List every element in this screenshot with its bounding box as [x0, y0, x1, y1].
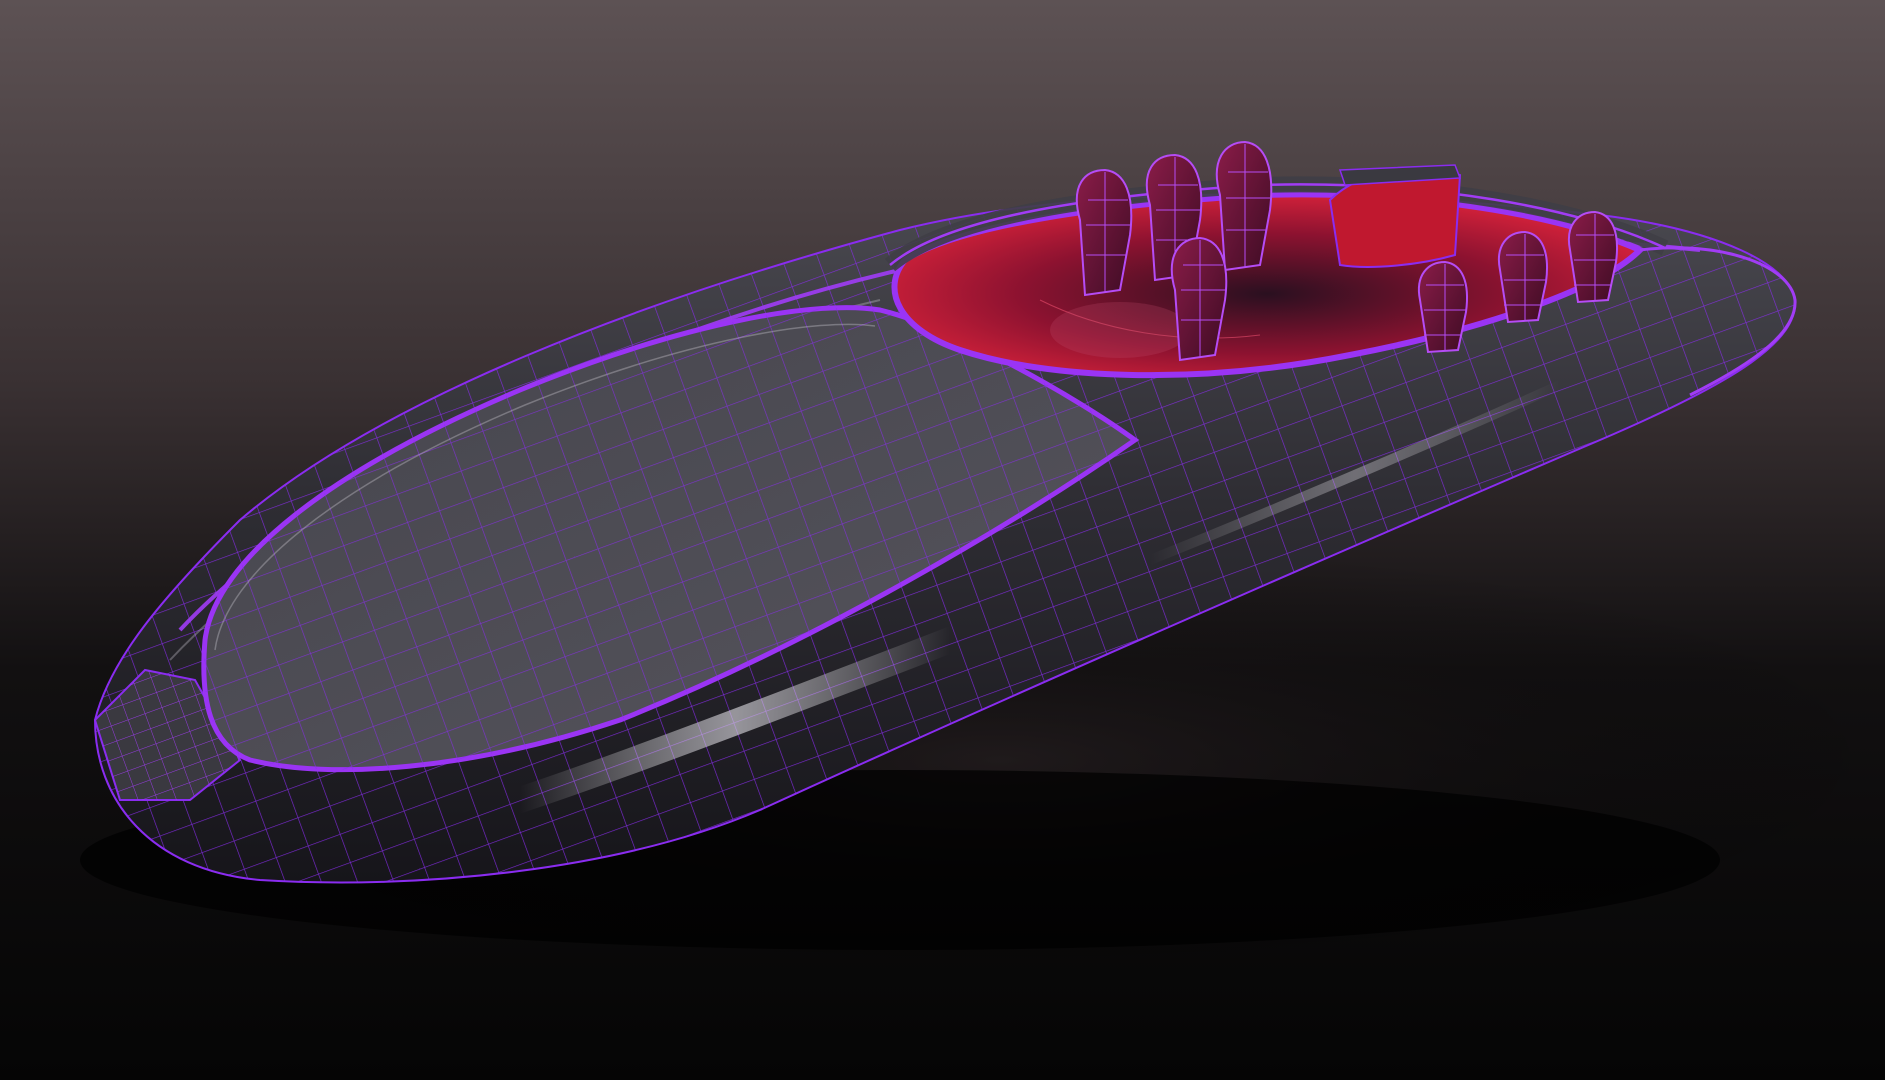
- seat: [1170, 236, 1228, 362]
- seat: [1215, 140, 1273, 272]
- seat: [1497, 230, 1548, 324]
- floor-mesh: [1050, 302, 1190, 358]
- seat: [1567, 210, 1618, 304]
- seat: [1417, 260, 1468, 354]
- render-viewport: [0, 0, 1885, 1080]
- boat-render: [0, 0, 1885, 1080]
- seat: [1075, 168, 1133, 297]
